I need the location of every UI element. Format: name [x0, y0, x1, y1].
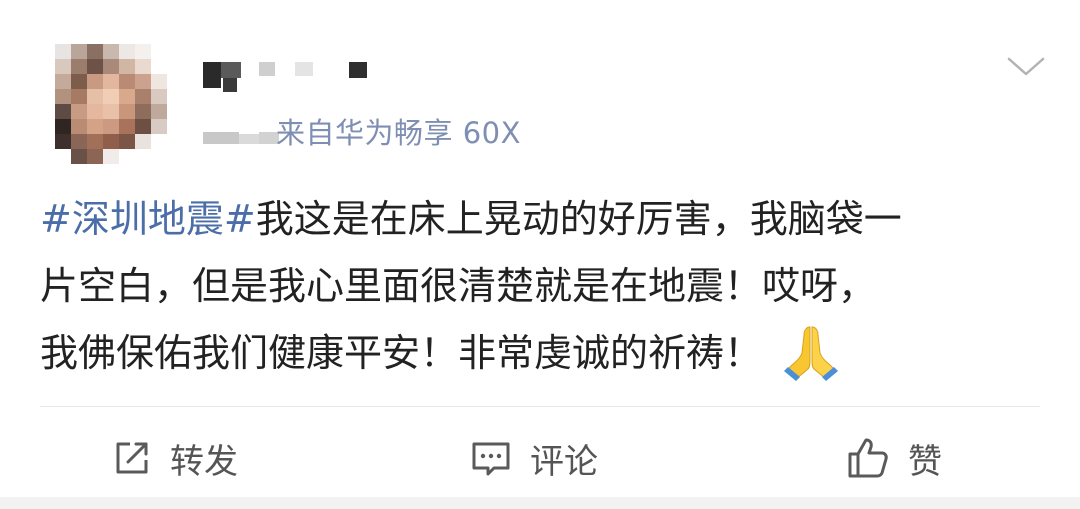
avatar-pixel	[135, 119, 151, 134]
avatar-pixel	[151, 149, 167, 164]
thumbs-up-icon	[846, 436, 890, 480]
avatar-pixel	[151, 44, 167, 59]
like-label: 赞	[908, 441, 942, 482]
avatar-pixel	[135, 74, 151, 89]
avatar-pixel	[71, 104, 87, 119]
avatar-pixel	[151, 59, 167, 74]
avatar-pixel	[87, 44, 103, 59]
post-body-line: 片空白，但是我心里面很清楚就是在地震！哎呀，	[40, 253, 1040, 320]
avatar-pixel	[71, 44, 87, 59]
hashtag-link[interactable]: #深圳地震#	[40, 197, 256, 241]
avatar-pixel	[87, 74, 103, 89]
post-body-line: 我佛保佑我们健康平安！非常虔诚的祈祷！	[40, 320, 1040, 387]
avatar-pixel	[71, 74, 87, 89]
avatar-pixel	[103, 149, 119, 164]
avatar-pixel	[135, 134, 151, 149]
avatar-pixel	[87, 89, 103, 104]
avatar-pixel	[119, 119, 135, 134]
weibo-post-card: 来自华为畅享 60X #深圳地震#我这是在床上晃动的好厉害，我脑袋一 片空白，但…	[0, 0, 1080, 509]
repost-label: 转发	[170, 441, 238, 482]
avatar-pixel	[71, 89, 87, 104]
avatar-pixel	[103, 74, 119, 89]
avatar-pixel	[55, 44, 71, 59]
avatar-pixel	[103, 44, 119, 59]
avatar-pixel	[103, 89, 119, 104]
avatar-pixel	[55, 119, 71, 134]
avatar-pixel	[135, 44, 151, 59]
comment-icon	[470, 438, 512, 478]
source-prefix-blurred	[203, 130, 281, 146]
divider	[40, 406, 1040, 407]
post-text: 我佛保佑我们健康平安！非常虔诚的祈祷！	[40, 331, 763, 375]
avatar-pixel	[55, 134, 71, 149]
avatar-pixel	[55, 74, 71, 89]
card-separator	[0, 497, 1080, 509]
avatar-pixel	[87, 119, 103, 134]
repost-button[interactable]: 转发	[112, 430, 238, 486]
avatar-pixel	[119, 89, 135, 104]
chevron-down-icon[interactable]	[1006, 54, 1046, 78]
comment-label: 评论	[530, 441, 598, 482]
avatar-pixel	[119, 104, 135, 119]
avatar-pixel	[55, 149, 71, 164]
folded-hands-emoji-icon	[782, 323, 840, 381]
avatar-pixel	[71, 59, 87, 74]
avatar-pixel	[103, 104, 119, 119]
post-text: 我这是在床上晃动的好厉害，我脑袋一	[255, 197, 902, 241]
avatar-pixel	[87, 134, 103, 149]
avatar-pixel	[151, 119, 167, 134]
avatar-pixel	[119, 59, 135, 74]
avatar-pixel	[55, 104, 71, 119]
avatar-pixel	[151, 134, 167, 149]
avatar-pixel	[151, 104, 167, 119]
username-blurred[interactable]	[203, 58, 373, 98]
avatar-pixel	[103, 134, 119, 149]
avatar-pixel	[103, 119, 119, 134]
avatar-pixel	[135, 59, 151, 74]
avatar-pixel	[87, 59, 103, 74]
post-body: #深圳地震#我这是在床上晃动的好厉害，我脑袋一 片空白，但是我心里面很清楚就是在…	[40, 186, 1040, 387]
avatar-pixel	[103, 59, 119, 74]
avatar-pixel	[71, 119, 87, 134]
avatar-pixel	[119, 74, 135, 89]
avatar-pixel	[151, 89, 167, 104]
avatar-pixel	[87, 104, 103, 119]
avatar-pixel	[55, 59, 71, 74]
comment-button[interactable]: 评论	[470, 430, 598, 486]
avatar-pixel	[151, 74, 167, 89]
avatar-pixel	[135, 104, 151, 119]
avatar-pixel	[71, 149, 87, 164]
action-bar: 转发 评论 赞	[0, 430, 1080, 486]
post-body-line: #深圳地震#我这是在床上晃动的好厉害，我脑袋一	[40, 186, 1040, 253]
avatar-pixel	[119, 44, 135, 59]
repost-icon	[112, 438, 152, 478]
avatar-pixel	[135, 89, 151, 104]
avatar-pixel	[55, 89, 71, 104]
post-text: 片空白，但是我心里面很清楚就是在地震！哎呀，	[40, 264, 877, 308]
avatar-pixel	[119, 149, 135, 164]
post-source: 来自华为畅享 60X	[276, 116, 521, 150]
avatar-pixel	[87, 149, 103, 164]
avatar-pixel	[135, 149, 151, 164]
avatar-pixel	[119, 134, 135, 149]
avatar[interactable]	[55, 44, 167, 164]
like-button[interactable]: 赞	[846, 430, 942, 486]
avatar-pixel	[71, 134, 87, 149]
